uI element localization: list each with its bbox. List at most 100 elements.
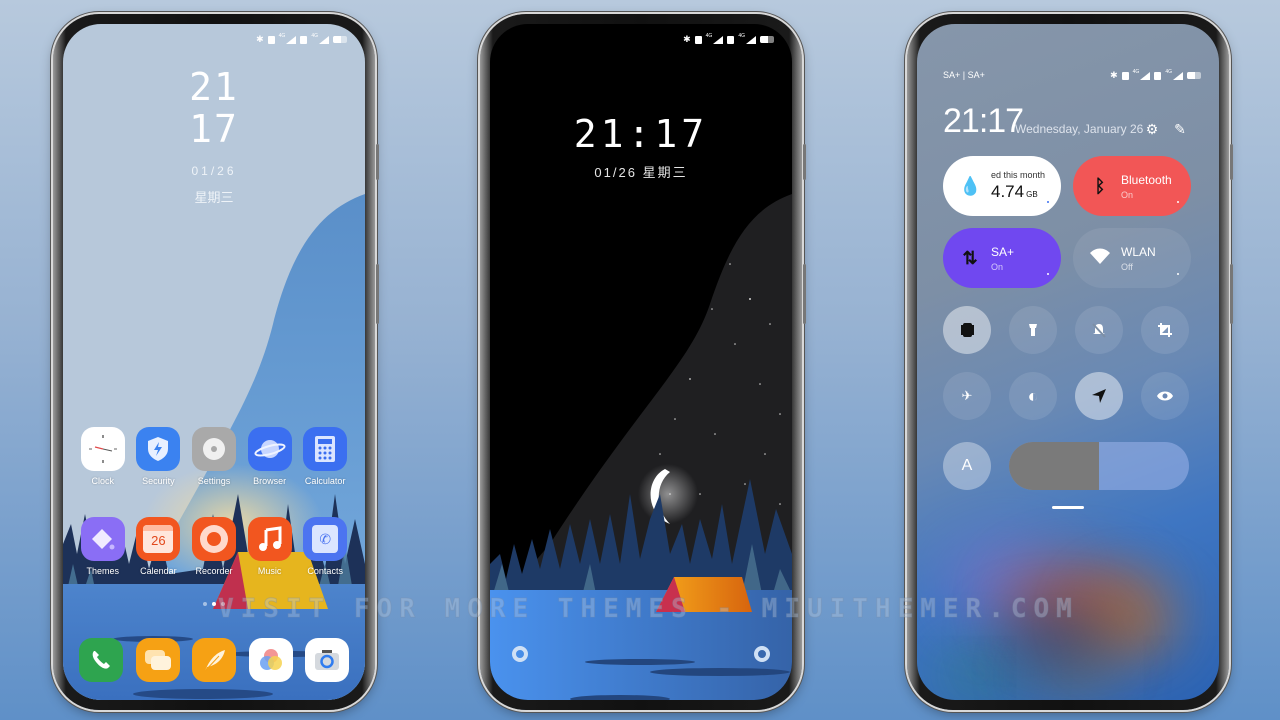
security-shield-icon (136, 427, 181, 471)
app-browser[interactable]: Browser (242, 427, 298, 486)
app-recorder[interactable]: Recorder (186, 517, 242, 576)
phone-control-center: SA+ | SA+ ✱ 4G 4G 21:17 Wednesday, Janua… (907, 14, 1233, 710)
app-calculator[interactable]: Calculator (297, 427, 353, 486)
location-arrow-icon (1092, 389, 1106, 403)
phone-icon[interactable] (79, 638, 123, 682)
home-clock: 21 17 (63, 66, 365, 150)
signal-icon (1140, 71, 1151, 80)
mute-toggle[interactable] (1075, 306, 1123, 354)
signal-icon (286, 35, 297, 44)
bluetooth-tile[interactable]: ᛒ Bluetooth On (1073, 156, 1191, 216)
sim2-icon (1154, 71, 1162, 80)
airplane-toggle[interactable]: ✈ (943, 372, 991, 420)
water-drop-icon: 💧 (959, 175, 982, 196)
bluetooth-icon: ᛒ (1094, 175, 1106, 196)
camera-shortcut-icon[interactable] (512, 646, 528, 662)
themes-icon (80, 517, 125, 561)
bell-off-icon (1092, 323, 1106, 338)
app-music[interactable]: Music (242, 517, 298, 576)
sim1-icon (694, 35, 702, 44)
settings-gear-icon (191, 427, 236, 471)
sim2-icon (300, 35, 308, 44)
phone-lock-screen: ✱ 4G 4G 21:17 01/26 星期三 (480, 14, 806, 710)
app-contacts[interactable]: ✆ Contacts (297, 517, 353, 576)
phone-home-screen: ✱ 4G 4G 21 17 01/26 星期三 Clock Security S… (53, 14, 379, 710)
lock-date: 01/26 (594, 165, 637, 180)
calendar-day: 26 (151, 533, 166, 548)
reading-mode-toggle[interactable] (1141, 372, 1189, 420)
cc-date: Wednesday, January 26 (1015, 122, 1144, 136)
carrier-label: SA+ | SA+ (943, 70, 985, 80)
home-weekday: 星期三 (194, 190, 234, 205)
control-center: SA+ | SA+ ✱ 4G 4G 21:17 Wednesday, Janua… (917, 24, 1219, 700)
airplane-icon: ✈ (961, 388, 973, 403)
assistant-shortcut-icon[interactable] (754, 646, 770, 662)
wlan-tile[interactable]: WLAN Off (1073, 228, 1191, 288)
calendar-icon: 26 (136, 517, 181, 561)
messages-icon[interactable] (135, 638, 180, 682)
auto-brightness-button[interactable]: A (943, 442, 991, 490)
flashlight-icon (1029, 324, 1037, 336)
app-grid-row-2: Themes 26 Calendar Recorder Music ✆ Cont… (75, 517, 353, 576)
status-bar: ✱ 4G 4G (683, 33, 774, 45)
lock-clock: 21:17 (573, 112, 709, 156)
cc-time: 21:17 (943, 102, 1024, 140)
contrast-icon: ◐ (1027, 385, 1039, 406)
crop-icon (1158, 323, 1172, 337)
page-dot[interactable] (203, 602, 207, 606)
location-toggle[interactable] (1075, 372, 1123, 420)
battery-icon (760, 36, 774, 43)
sim2-icon (727, 35, 735, 44)
page-dot-current[interactable] (212, 602, 216, 606)
status-bar: ✱ 4G 4G (1110, 69, 1201, 81)
bluetooth-status-icon: ✱ (1110, 70, 1118, 80)
data-usage-unit: GB (1026, 190, 1038, 199)
lock-screen: ✱ 4G 4G 21:17 01/26 星期三 (490, 24, 792, 700)
bluetooth-status-icon: ✱ (256, 34, 264, 44)
signal-icon (713, 35, 724, 44)
wifi-icon (1089, 247, 1111, 270)
app-settings[interactable]: Settings (186, 427, 242, 486)
home-screen: ✱ 4G 4G 21 17 01/26 星期三 Clock Security S… (63, 24, 365, 700)
app-security[interactable]: Security (131, 427, 187, 486)
recorder-icon (191, 517, 236, 561)
bluetooth-status-icon: ✱ (683, 34, 691, 44)
screenshot-toggle[interactable] (1141, 306, 1189, 354)
app-calendar[interactable]: 26 Calendar (131, 517, 187, 576)
edit-icon[interactable]: ✎ (1171, 120, 1189, 138)
clock-icon (80, 427, 125, 471)
dock (79, 638, 349, 682)
page-dot[interactable] (221, 602, 225, 606)
clock-minute: 17 (189, 107, 239, 151)
flashlight-toggle[interactable] (1009, 306, 1057, 354)
battery-icon (333, 36, 347, 43)
eye-icon (1157, 391, 1173, 401)
sim1-icon (1121, 71, 1129, 80)
drag-handle[interactable] (1052, 506, 1084, 509)
mobile-data-icon: ⇅ (962, 247, 978, 268)
gallery-icon[interactable] (248, 638, 293, 682)
camera-icon[interactable] (305, 638, 349, 682)
data-usage-caption: ed this month (991, 170, 1046, 180)
brightness-slider[interactable] (1009, 442, 1189, 490)
signal-icon (319, 35, 329, 44)
mobile-data-tile[interactable]: ⇅ SA+ On (943, 228, 1061, 288)
settings-icon[interactable]: ⚙ (1143, 120, 1161, 138)
home-date: 01/26 (191, 164, 237, 178)
app-themes[interactable]: Themes (75, 517, 131, 576)
feather-icon[interactable] (192, 638, 236, 682)
brightness-slider-fill (1009, 442, 1099, 490)
clock-hour: 21 (189, 65, 239, 109)
data-usage-tile[interactable]: 💧 ed this month 4.74 GB (943, 156, 1061, 216)
data-usage-value: 4.74 (991, 182, 1025, 201)
lock-date-line: 01/26 星期三 (490, 162, 792, 181)
app-grid-row-1: Clock Security Settings Browser Calculat… (75, 427, 353, 486)
vibrate-toggle[interactable] (943, 306, 991, 354)
browser-planet-icon (247, 427, 292, 471)
signal-icon (746, 35, 756, 44)
calculator-icon (303, 427, 348, 471)
dark-mode-toggle[interactable]: ◐ (1009, 372, 1057, 420)
app-clock[interactable]: Clock (75, 427, 131, 486)
music-note-icon (247, 517, 292, 561)
auto-brightness-icon: A (961, 457, 973, 474)
